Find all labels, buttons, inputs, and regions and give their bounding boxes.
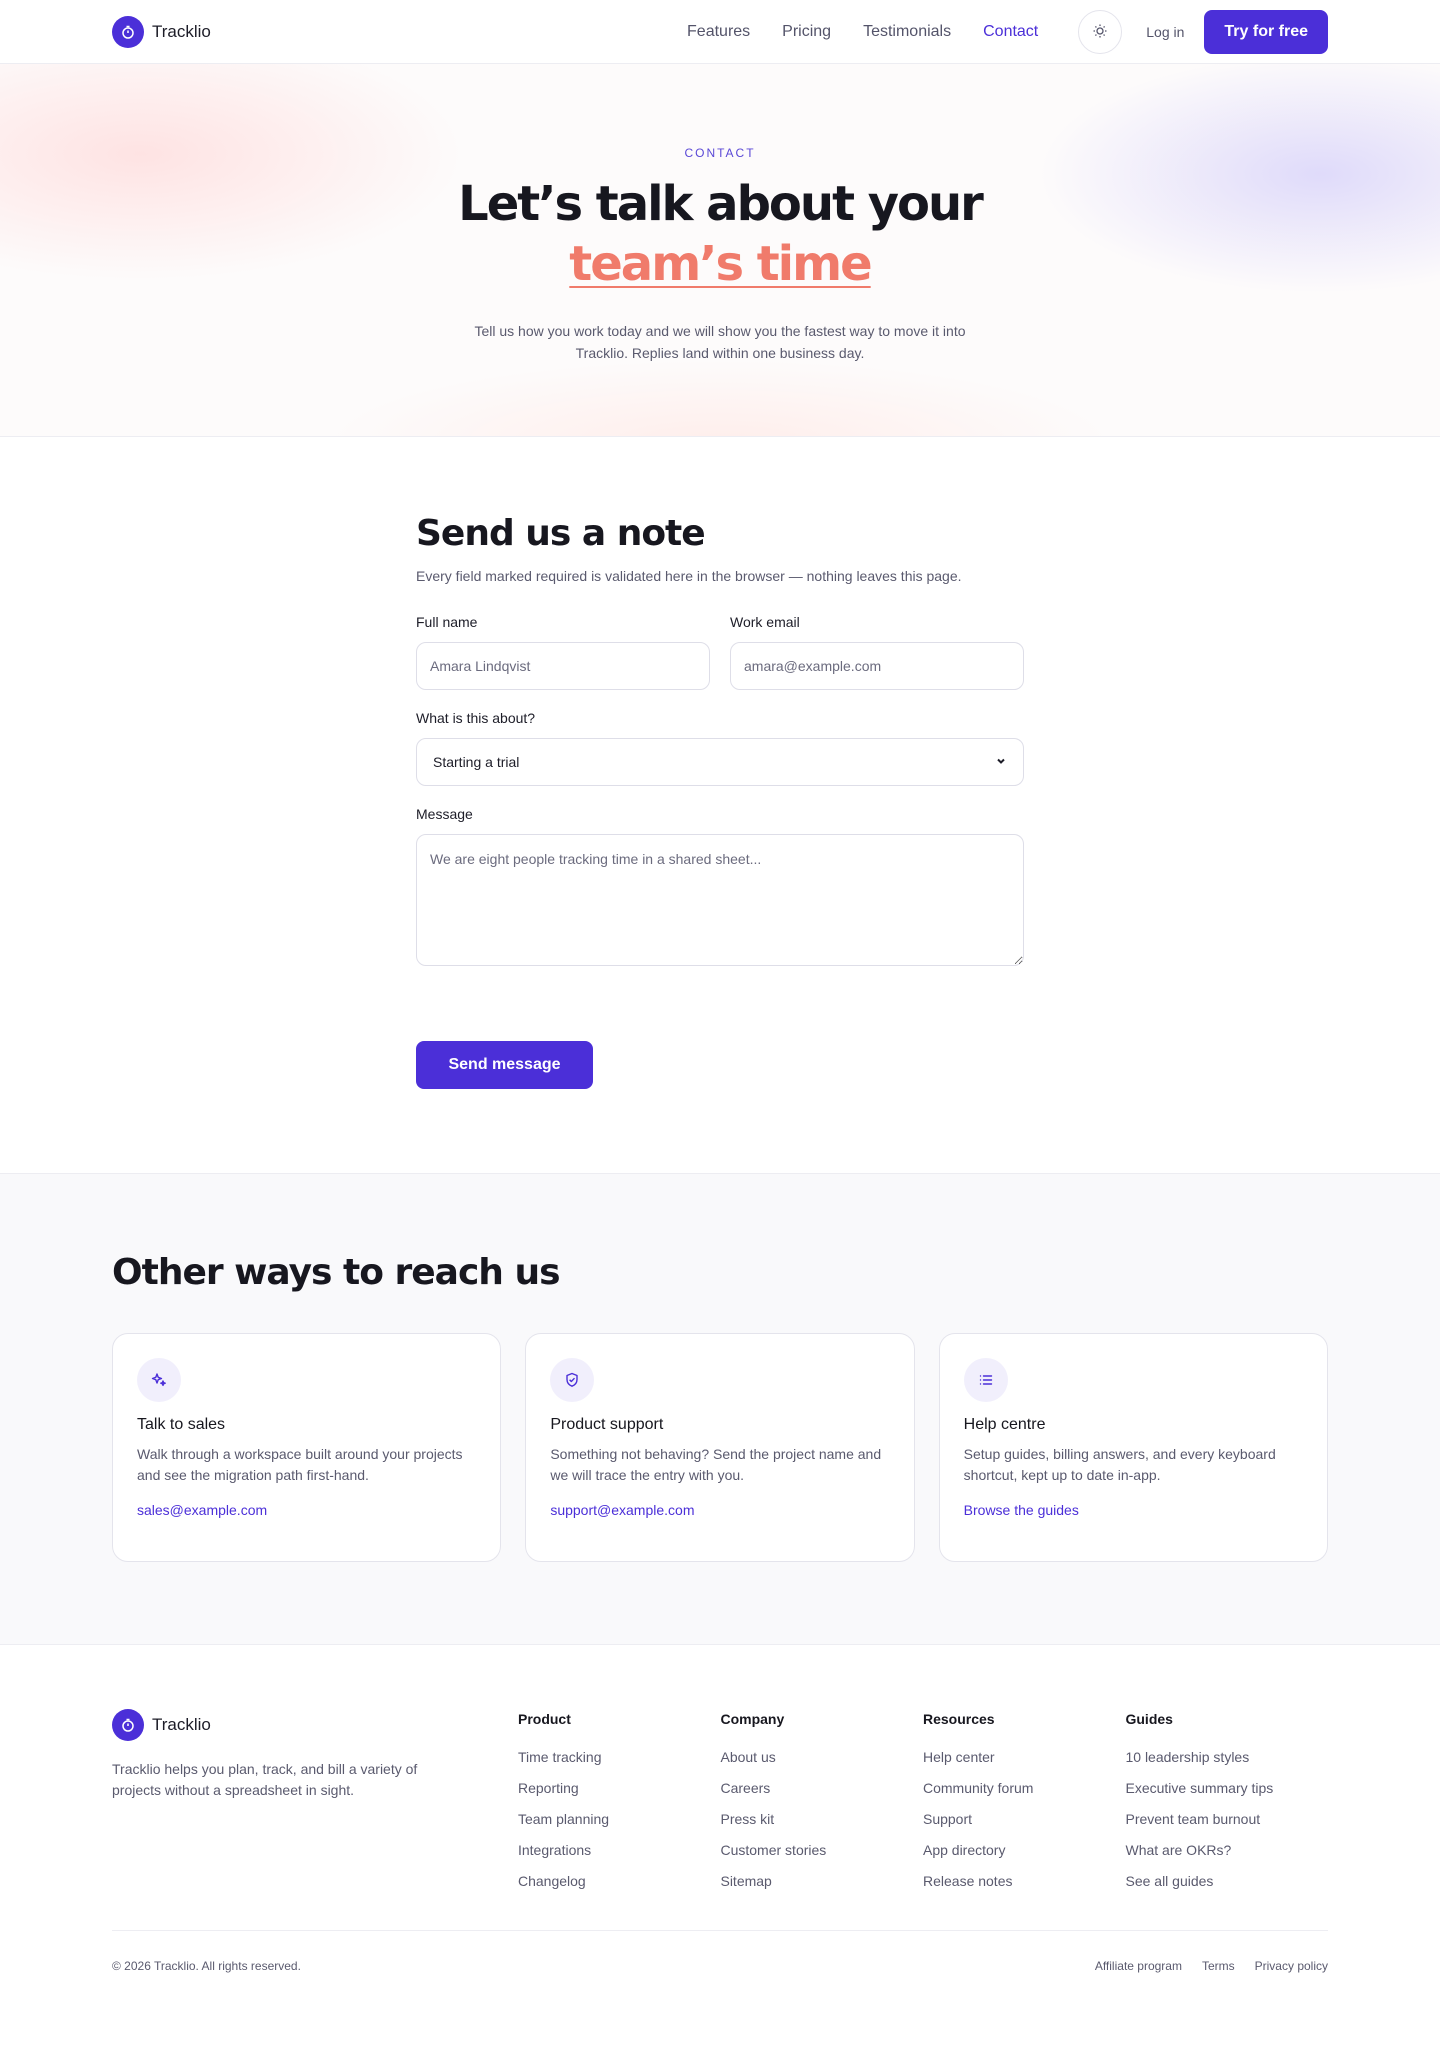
footer-col-company: Company About us Careers Press kit Custo… [720,1709,923,1904]
card-help-text: Setup guides, billing answers, and every… [963,1446,1276,1483]
work-email-input[interactable] [730,642,1024,690]
footer-link[interactable]: Release notes [923,1873,1126,1889]
brand-name: Tracklio [152,22,211,41]
footer-col-title: Product [517,1711,571,1727]
sales-email-link[interactable]: sales@example.com [137,1502,476,1518]
copyright: © 2026 Tracklio. All rights reserved. [112,1959,301,1973]
footer-col-title: Company [720,1711,785,1727]
footer-link[interactable]: Executive summary tips [1125,1780,1328,1796]
topic-label: What is this about? [416,710,536,726]
legal-links: Affiliate program Terms Privacy policy [1095,1959,1328,1973]
contact-form: Send us a note Every field marked requir… [416,437,1024,1089]
footer-col-title: Resources [922,1711,995,1727]
brand-logo[interactable]: Tracklio [112,16,211,48]
theme-toggle-button[interactable] [1078,10,1123,54]
terms-link[interactable]: Terms [1202,1959,1235,1973]
footer-col-title: Guides [1125,1711,1173,1727]
form-lead: Every field marked required is validated… [416,568,962,584]
chevron-down-icon [995,754,1007,770]
footer-link[interactable]: Customer stories [720,1842,923,1858]
footer-link[interactable]: Support [923,1811,1126,1827]
card-support-text: Something not behaving? Send the project… [550,1446,882,1483]
affiliate-link[interactable]: Affiliate program [1095,1959,1182,1973]
support-email-link[interactable]: support@example.com [550,1502,889,1518]
card-support: Product support Something not behaving? … [525,1333,915,1562]
site-footer: Tracklio Tracklio helps you plan, track,… [0,1645,1440,2020]
footer-link[interactable]: 10 leadership styles [1125,1749,1328,1765]
footer-brand-logo[interactable]: Tracklio [112,1709,518,1741]
message-textarea[interactable] [416,834,1024,966]
full-name-input[interactable] [416,642,710,690]
footer-link[interactable]: Time tracking [518,1749,721,1765]
card-sales: Talk to sales Walk through a workspace b… [112,1333,502,1562]
footer-link[interactable]: Sitemap [720,1873,923,1889]
nav-pricing[interactable]: Pricing [782,23,831,41]
footer-brand-name: Tracklio [152,1715,211,1734]
sun-icon [1092,23,1108,42]
form-title: Send us a note [416,513,706,554]
hero-section: CONTACT Let’s talk about your team’s tim… [0,64,1440,437]
hero-title-main: Let’s talk about your [458,176,984,232]
nav-testimonials[interactable]: Testimonials [863,23,951,41]
footer-link[interactable]: Integrations [518,1842,721,1858]
footer-link[interactable]: Team planning [518,1811,721,1827]
footer-link[interactable]: App directory [923,1842,1126,1858]
footer-link[interactable]: See all guides [1125,1873,1328,1889]
stopwatch-icon [112,16,144,48]
hero-title: Let’s talk about your team’s time [370,174,1070,294]
footer-link[interactable]: Careers [720,1780,923,1796]
footer-link[interactable]: Reporting [518,1780,721,1796]
site-header: Tracklio Features Pricing Testimonials C… [0,0,1440,64]
shield-check-icon [550,1358,595,1402]
send-message-button[interactable]: Send message [416,1041,593,1089]
login-link[interactable]: Log in [1146,24,1184,40]
work-email-label: Work email [730,614,800,630]
contact-form-section: Send us a note Every field marked requir… [0,437,1440,1173]
privacy-link[interactable]: Privacy policy [1255,1959,1328,1973]
other-ways-section: Other ways to reach us Talk to sales Wal… [0,1173,1440,1645]
try-for-free-button[interactable]: Try for free [1204,10,1328,54]
full-name-label: Full name [416,614,478,630]
nav-contact[interactable]: Contact [983,23,1038,41]
topic-select[interactable]: Starting a trial [416,738,1024,786]
card-sales-title: Talk to sales [137,1416,226,1433]
main-nav: Features Pricing Testimonials Contact [655,23,1038,41]
card-sales-text: Walk through a workspace built around yo… [137,1446,463,1483]
other-ways-title: Other ways to reach us [112,1252,561,1293]
footer-col-product: Product Time tracking Reporting Team pla… [518,1709,721,1904]
footer-link[interactable]: Community forum [923,1780,1126,1796]
nav-features[interactable]: Features [687,23,750,41]
card-support-title: Product support [550,1416,664,1433]
hero-title-accent: team’s time [569,236,872,292]
footer-link[interactable]: Help center [923,1749,1126,1765]
browse-guides-link[interactable]: Browse the guides [964,1502,1303,1518]
message-label: Message [416,806,473,822]
hero-subtitle: Tell us how you work today and we will s… [474,323,966,361]
footer-col-resources: Resources Help center Community forum Su… [923,1709,1126,1904]
footer-link[interactable]: Prevent team burnout [1125,1811,1328,1827]
footer-link[interactable]: What are OKRs? [1125,1842,1328,1858]
stopwatch-icon [112,1709,144,1741]
footer-link[interactable]: About us [720,1749,923,1765]
list-icon [963,1358,1008,1402]
topic-select-value: Starting a trial [433,754,520,770]
hero-eyebrow: CONTACT [684,146,756,160]
sparkle-icon [137,1358,181,1402]
footer-description: Tracklio helps you plan, track, and bill… [112,1761,418,1798]
footer-col-guides: Guides 10 leadership styles Executive su… [1125,1709,1328,1904]
card-help-title: Help centre [963,1416,1046,1433]
card-help: Help centre Setup guides, billing answer… [938,1333,1328,1562]
footer-link[interactable]: Press kit [720,1811,923,1827]
footer-link[interactable]: Changelog [518,1873,721,1889]
